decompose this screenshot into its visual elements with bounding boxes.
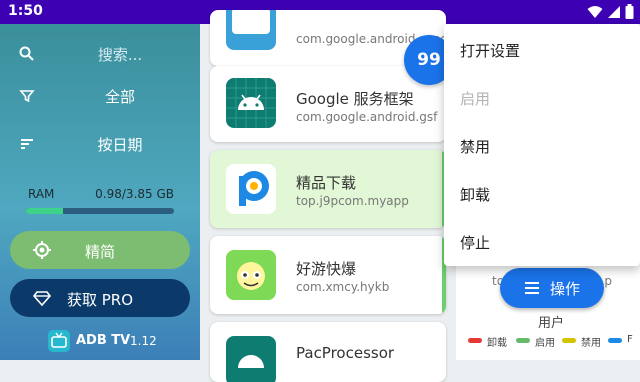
search-icon	[19, 46, 34, 61]
ram-label: RAM	[28, 187, 55, 201]
android-app-icon	[226, 336, 276, 382]
hykb-app-icon	[226, 250, 276, 300]
menu-item-open-settings[interactable]: 打开设置	[460, 40, 520, 61]
ram-bar	[26, 208, 174, 214]
detail-user-label: 用户	[538, 316, 565, 331]
app-name: 好游快爆	[296, 260, 357, 278]
app-card[interactable]: PacProcessor	[210, 322, 446, 382]
battery-icon	[625, 4, 634, 19]
app-card-selected[interactable]: 精品下载 top.j9pcom.myapp	[210, 150, 446, 228]
search-row[interactable]: 搜索...	[0, 34, 200, 74]
ram-bar-fill	[26, 208, 63, 214]
app-name: Google 服务框架	[296, 90, 414, 108]
legend-label: 卸载	[487, 338, 507, 349]
status-time: 1:50	[8, 3, 43, 19]
legend-label: 禁用	[581, 338, 601, 349]
app-package: com.google.android.gsf	[296, 110, 438, 124]
operate-label: 操作	[550, 280, 581, 298]
filter-row[interactable]: 全部	[0, 76, 200, 116]
brand-name: ADB TV	[76, 333, 131, 348]
app-package: com.xmcy.hykb	[296, 280, 390, 294]
sort-label: 按日期	[97, 136, 143, 154]
ram-value: 0.98/3.85 GB	[95, 187, 174, 201]
legend-swatch	[562, 338, 576, 343]
operate-button[interactable]: 操作	[500, 268, 604, 308]
brand-version: 1.12	[130, 334, 157, 348]
detail-package-suffix: p	[604, 274, 612, 288]
tv-icon	[48, 330, 70, 352]
app-name: 精品下载	[296, 174, 357, 192]
app-card[interactable]: 好游快爆 com.xmcy.hykb	[210, 236, 446, 314]
filter-label: 全部	[104, 88, 135, 106]
sync-app-icon	[226, 10, 276, 50]
sort-icon	[21, 139, 33, 149]
legend-label: F	[627, 334, 633, 345]
simple-mode-label: 精简	[84, 243, 115, 261]
menu-item-disable[interactable]: 禁用	[460, 136, 490, 157]
android-app-icon	[226, 78, 276, 128]
sort-row[interactable]: 按日期	[0, 124, 200, 164]
get-pro-button[interactable]: 获取 PRO	[10, 279, 190, 317]
get-pro-label: 获取 PRO	[66, 291, 134, 309]
filter-icon	[19, 90, 35, 103]
menu-item-uninstall[interactable]: 卸载	[460, 184, 490, 205]
app-package: top.j9pcom.myapp	[296, 194, 409, 208]
app-name: PacProcessor	[296, 344, 395, 362]
j9-app-icon	[226, 164, 276, 214]
legend-swatch	[516, 338, 530, 343]
search-label: 搜索...	[97, 46, 143, 64]
signal-icon	[608, 5, 620, 18]
legend-swatch	[468, 338, 482, 343]
ram-indicator: RAM 0.98/3.85 GB	[26, 187, 176, 219]
simple-mode-button[interactable]: 精简	[10, 231, 190, 269]
wifi-icon	[587, 5, 603, 18]
menu-item-enable[interactable]: 启用	[460, 88, 490, 109]
menu-icon	[525, 282, 539, 294]
sidebar: 搜索... 全部 按日期 RAM 0.98/3.85 GB 精简 获取 PRO …	[0, 24, 200, 360]
legend-label: 启用	[535, 338, 555, 349]
status-icons	[587, 4, 634, 19]
menu-item-stop[interactable]: 停止	[460, 232, 490, 253]
legend-swatch	[608, 338, 622, 343]
context-menu: 打开设置 启用 禁用 卸载 停止	[444, 24, 640, 266]
